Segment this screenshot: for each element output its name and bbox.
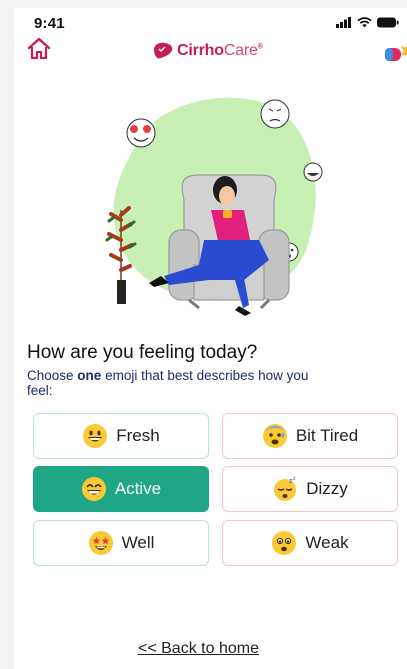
brand-name: CirrhoCare® [177, 42, 263, 59]
mood-option-label: Well [121, 533, 155, 552]
star-struck-face-icon [88, 531, 113, 555]
mood-option-active[interactable]: Active [33, 466, 209, 512]
sleeping-face-icon: z z [274, 476, 297, 501]
mood-option-label: Weak [305, 533, 349, 552]
wifi-icon [357, 17, 372, 28]
status-bar: 9:41 [14, 8, 407, 36]
mood-option-well[interactable]: Well [33, 520, 209, 566]
mood-option-bit-tired[interactable]: Bit Tired [222, 413, 398, 459]
signal-icon [336, 17, 351, 28]
mood-option-label: Active [114, 479, 162, 498]
app-screen: 9:41 CirrhoCare® How are you feeling tod… [14, 8, 407, 669]
grinning-face-icon [83, 424, 108, 448]
mood-option-label: Bit Tired [295, 426, 359, 445]
back-to-home-link[interactable]: << Back to home [138, 640, 259, 658]
mood-option-dizzy[interactable]: z z Dizzy [222, 466, 398, 512]
battery-icon [377, 17, 399, 28]
mood-option-label: Fresh [116, 426, 160, 445]
status-time: 9:41 [34, 15, 65, 32]
mood-instruction: Choose one emoji that best describes how… [27, 368, 309, 398]
home-icon[interactable] [26, 36, 52, 62]
mood-option-label: Dizzy [306, 479, 348, 498]
svg-text:z: z [293, 476, 296, 482]
brand-logo: CirrhoCare® [152, 38, 263, 64]
liver-logo-icon [154, 42, 173, 59]
anxious-sweat-face-icon [262, 424, 287, 448]
mood-option-fresh[interactable]: Fresh [33, 413, 209, 459]
worried-face-icon [272, 531, 297, 555]
mood-question: How are you feeling today? [27, 342, 258, 363]
medication-icon[interactable] [383, 42, 407, 64]
mood-option-weak[interactable]: Weak [222, 520, 398, 566]
status-icons [336, 17, 399, 28]
app-header: CirrhoCare® [14, 36, 407, 70]
woman-in-armchair-illustration [105, 97, 323, 316]
beaming-face-icon [81, 477, 106, 501]
